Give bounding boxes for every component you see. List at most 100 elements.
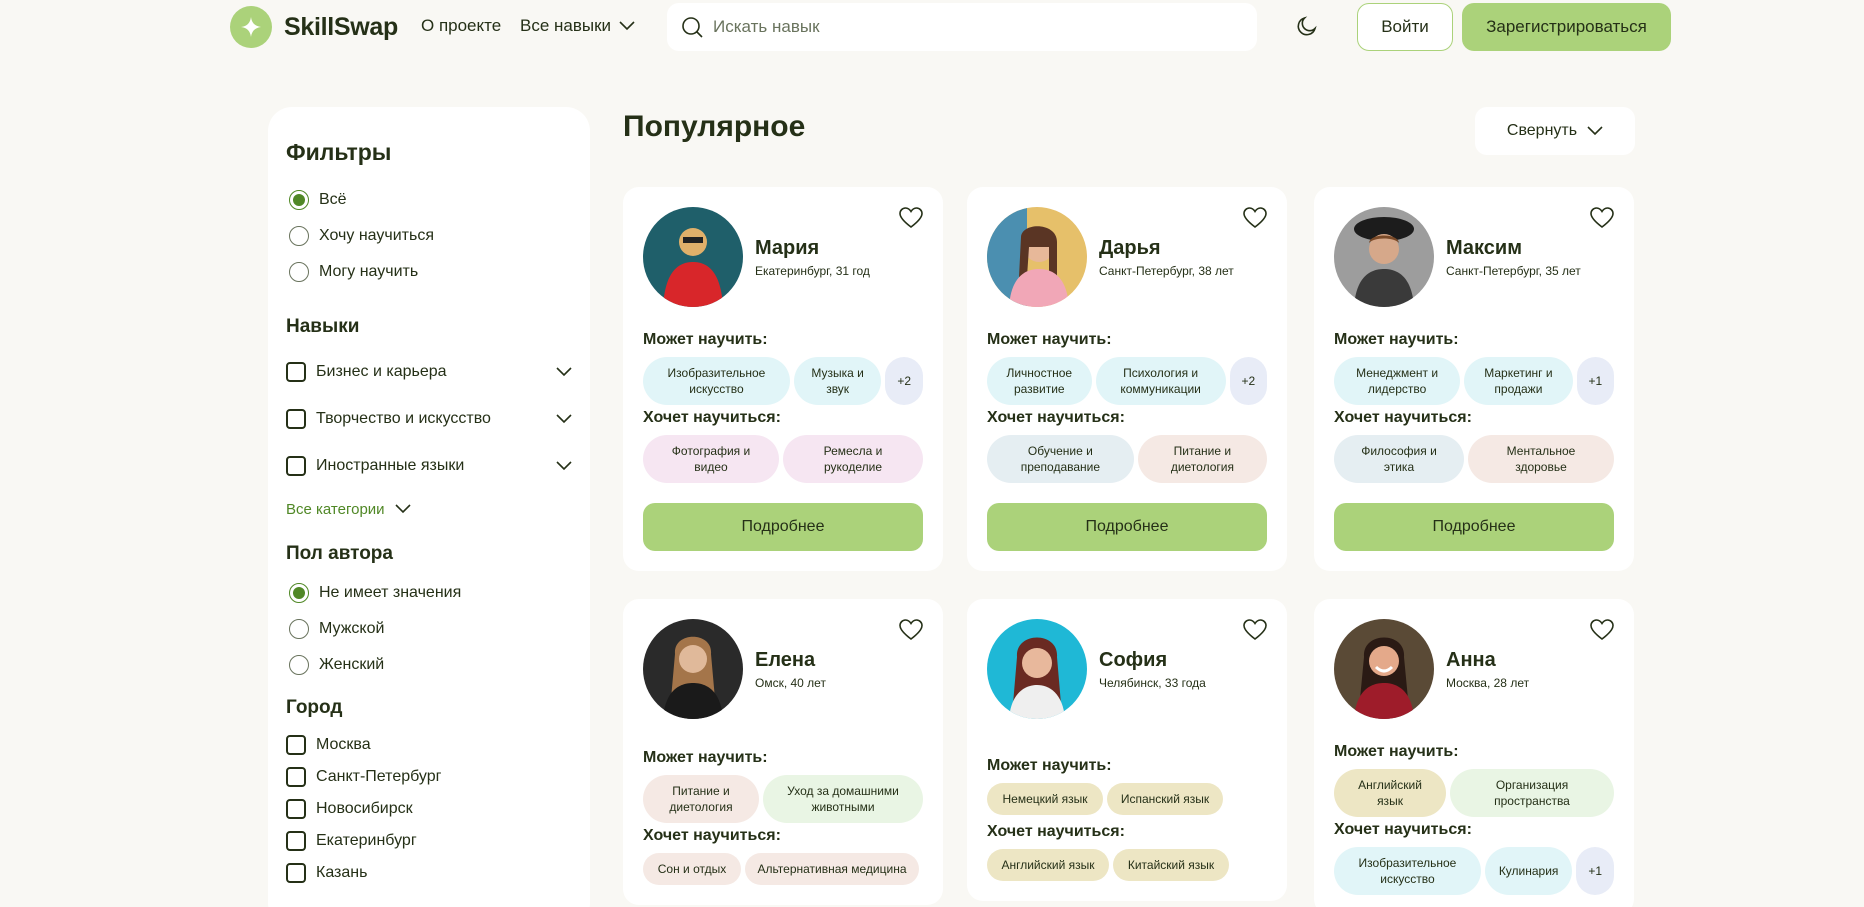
teach-tags: Английский язык Организация пространства	[1334, 769, 1614, 817]
radio-icon	[289, 655, 309, 675]
skill-category-languages[interactable]: Иностранные языки	[286, 442, 572, 489]
checkbox-icon	[286, 455, 306, 476]
avatar	[643, 207, 743, 307]
skill-tag: Уход за домашними животными	[763, 775, 923, 823]
gender-option-any[interactable]: Не имеет значения	[286, 575, 572, 611]
user-name: Максим	[1446, 236, 1522, 259]
filters-sidebar: Фильтры Всё Хочу научиться Могу научить …	[268, 107, 590, 907]
logo[interactable]: SkillSwap	[230, 6, 398, 48]
heart-icon[interactable]	[1590, 207, 1614, 229]
checkbox-icon	[286, 767, 306, 787]
skill-tag: Сон и отдых	[643, 853, 741, 885]
collapse-button[interactable]: Свернуть	[1475, 107, 1635, 155]
skill-tag: Личностное развитие	[987, 357, 1092, 405]
mode-option-want-learn[interactable]: Хочу научиться	[286, 218, 572, 254]
more-tags-badge[interactable]: +2	[885, 357, 923, 405]
details-button[interactable]: Подробнее	[643, 503, 923, 551]
heart-icon[interactable]	[1243, 207, 1267, 229]
all-categories-link[interactable]: Все категории	[286, 489, 572, 529]
more-tags-badge[interactable]: +1	[1576, 847, 1614, 895]
user-location: Челябинск, 33 года	[1099, 675, 1206, 690]
city-option[interactable]: Москва	[286, 729, 572, 761]
skill-tag: Обучение и преподавание	[987, 435, 1134, 483]
all-categories-label: Все категории	[286, 500, 385, 518]
skill-category-business[interactable]: Бизнес и карьера	[286, 348, 572, 395]
gender-option-male[interactable]: Мужской	[286, 611, 572, 647]
city-option[interactable]: Казань	[286, 857, 572, 889]
mode-option-all[interactable]: Всё	[286, 182, 572, 218]
more-tags-badge[interactable]: +2	[1229, 357, 1267, 405]
mode-option-can-teach[interactable]: Могу научить	[286, 254, 572, 290]
learn-tags: Обучение и преподавание Питание и диетол…	[987, 435, 1267, 483]
skills-section-title: Навыки	[286, 316, 360, 337]
city-label: Санкт-Петербург	[316, 768, 442, 785]
teach-tags: Менеджмент и лидерство Маркетинг и прода…	[1334, 357, 1614, 405]
details-button[interactable]: Подробнее	[987, 503, 1267, 551]
avatar	[1334, 207, 1434, 307]
chevron-down-icon[interactable]	[556, 460, 572, 471]
user-name: София	[1099, 648, 1168, 671]
heart-icon[interactable]	[1243, 619, 1267, 641]
city-option[interactable]: Санкт-Петербург	[286, 761, 572, 793]
wants-learn-label: Хочет научиться:	[987, 823, 1125, 840]
can-teach-label: Может научить:	[987, 757, 1112, 774]
learn-tags: Сон и отдых Альтернативная медицина	[643, 853, 923, 885]
chevron-down-icon[interactable]	[556, 366, 572, 377]
skill-tag: Фотография и видео	[643, 435, 779, 483]
skill-tag: Английский язык	[987, 849, 1109, 881]
search-input[interactable]: Искать навык	[667, 3, 1257, 51]
logo-star-icon	[230, 6, 272, 48]
details-button[interactable]: Подробнее	[1334, 503, 1614, 551]
chevron-down-icon	[619, 21, 635, 31]
search-placeholder: Искать навык	[713, 17, 820, 36]
city-label: Казань	[316, 864, 368, 881]
filters-title: Фильтры	[286, 139, 392, 165]
login-button[interactable]: Войти	[1357, 3, 1453, 51]
heart-icon[interactable]	[1590, 619, 1614, 641]
user-card: Анна Москва, 28 лет Может научить: Англи…	[1314, 599, 1634, 907]
wants-learn-label: Хочет научиться:	[1334, 821, 1472, 838]
city-option[interactable]: Екатеринбург	[286, 825, 572, 857]
teach-tags: Личностное развитие Психология и коммуни…	[987, 357, 1267, 405]
avatar	[987, 207, 1087, 307]
wants-learn-label: Хочет научиться:	[643, 409, 781, 426]
learn-tags: Изобразительное искусство Кулинария +1	[1334, 847, 1614, 895]
user-card: Дарья Санкт-Петербург, 38 лет Может науч…	[967, 187, 1287, 571]
chevron-down-icon[interactable]	[556, 413, 572, 424]
city-option[interactable]: Новосибирск	[286, 793, 572, 825]
gender-section-title: Пол автора	[286, 543, 393, 564]
user-card: София Челябинск, 33 года Может научить: …	[967, 599, 1287, 901]
can-teach-label: Может научить:	[1334, 743, 1459, 760]
gender-option-female[interactable]: Женский	[286, 647, 572, 683]
gender-option-label: Женский	[319, 656, 385, 673]
user-name: Мария	[755, 236, 820, 259]
skill-tag: Немецкий язык	[987, 783, 1103, 815]
checkbox-icon	[286, 799, 306, 819]
city-label: Екатеринбург	[316, 832, 417, 849]
register-button[interactable]: Зарегистрироваться	[1462, 3, 1671, 51]
skill-category-creativity[interactable]: Творчество и искусство	[286, 395, 572, 442]
can-teach-label: Может научить:	[987, 331, 1112, 348]
skill-tag: Изобразительное искусство	[643, 357, 790, 405]
user-name: Анна	[1446, 648, 1496, 671]
chevron-down-icon	[1587, 126, 1603, 136]
skill-tag: Английский язык	[1334, 769, 1446, 817]
wants-learn-label: Хочет научиться:	[643, 827, 781, 844]
theme-toggle-moon-icon[interactable]	[1295, 14, 1319, 38]
city-label: Москва	[316, 736, 371, 753]
radio-icon	[289, 262, 309, 282]
user-card: Елена Омск, 40 лет Может научить: Питани…	[623, 599, 943, 905]
page-title: Популярное	[623, 110, 806, 143]
heart-icon[interactable]	[899, 207, 923, 229]
checkbox-icon	[286, 408, 306, 429]
skill-tag: Питание и диетология	[643, 775, 759, 823]
mode-option-label: Хочу научиться	[319, 227, 434, 244]
skill-tag: Музыка и звук	[793, 357, 882, 405]
more-tags-badge[interactable]: +1	[1576, 357, 1614, 405]
user-location: Санкт-Петербург, 38 лет	[1099, 263, 1234, 278]
nav-about-link[interactable]: О проекте	[421, 16, 501, 36]
radio-icon	[289, 619, 309, 639]
nav-all-skills-dropdown[interactable]: Все навыки	[520, 16, 635, 36]
avatar	[643, 619, 743, 719]
heart-icon[interactable]	[899, 619, 923, 641]
